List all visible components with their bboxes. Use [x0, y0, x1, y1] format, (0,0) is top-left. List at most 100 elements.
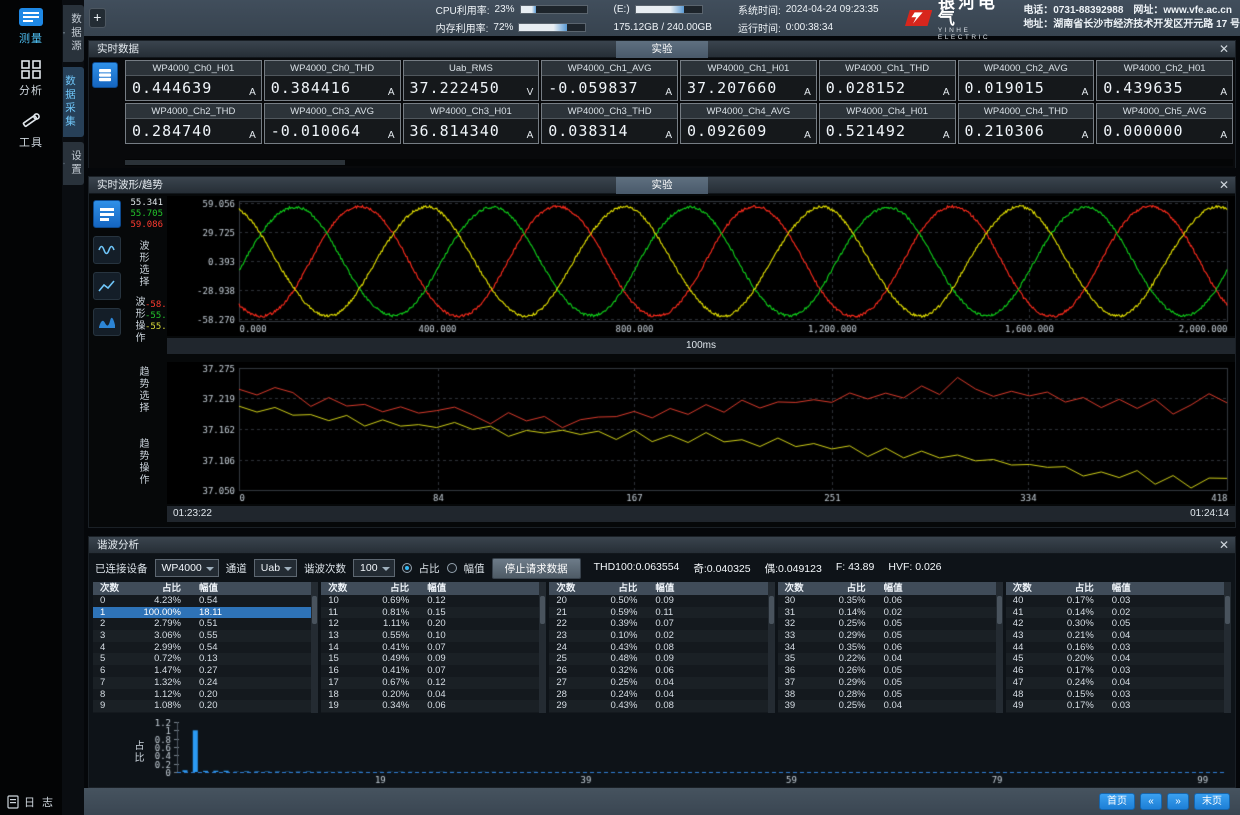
table-row[interactable]: 350.22%0.04: [778, 653, 1003, 665]
rail-tab-settings[interactable]: 设置: [63, 142, 84, 185]
table-row[interactable]: 200.50%0.09: [549, 595, 774, 607]
measurement-tile[interactable]: WP4000_Ch1_THD0.028152A: [819, 60, 956, 101]
table-row[interactable]: 260.32%0.06: [549, 665, 774, 677]
wave-select-label[interactable]: 波形选择: [135, 240, 150, 288]
vertical-scrollbar[interactable]: [996, 582, 1003, 713]
measurement-tile[interactable]: WP4000_Ch1_H0137.207660A: [680, 60, 817, 101]
sidebar-item-measure[interactable]: 测量: [0, 0, 62, 52]
stop-request-button[interactable]: 停止请求数据: [492, 558, 581, 579]
first-page-button[interactable]: 首页: [1099, 793, 1135, 810]
close-icon[interactable]: ✕: [1219, 177, 1229, 193]
table-row[interactable]: 380.28%0.05: [778, 689, 1003, 701]
table-row[interactable]: 450.20%0.04: [1006, 653, 1231, 665]
table-row[interactable]: 1100.00%18.11: [93, 607, 318, 619]
table-row[interactable]: 61.47%0.27: [93, 665, 318, 677]
table-row[interactable]: 340.35%0.06: [778, 642, 1003, 654]
table-row[interactable]: 71.32%0.24: [93, 677, 318, 689]
measurement-tile[interactable]: WP4000_Ch3_THD0.038314A: [541, 103, 678, 144]
table-row[interactable]: 270.25%0.04: [549, 677, 774, 689]
amplitude-radio[interactable]: [447, 563, 457, 573]
table-row[interactable]: 410.14%0.02: [1006, 607, 1231, 619]
table-row[interactable]: 310.14%0.02: [778, 607, 1003, 619]
table-row[interactable]: 170.67%0.12: [321, 677, 546, 689]
table-row[interactable]: 330.29%0.05: [778, 630, 1003, 642]
last-page-button[interactable]: 末页: [1194, 793, 1230, 810]
table-row[interactable]: 50.72%0.13: [93, 653, 318, 665]
order-select[interactable]: 100: [353, 559, 395, 577]
experiment-tab[interactable]: 实验: [616, 177, 708, 194]
table-row[interactable]: 100.69%0.12: [321, 595, 546, 607]
vertical-scrollbar[interactable]: [1224, 582, 1231, 713]
waveform-chart[interactable]: [167, 196, 1235, 336]
table-row[interactable]: 390.25%0.04: [778, 700, 1003, 712]
table-row[interactable]: 460.17%0.03: [1006, 665, 1231, 677]
table-row[interactable]: 250.48%0.09: [549, 653, 774, 665]
wave-list-button[interactable]: [93, 200, 121, 228]
sine-view-button[interactable]: [93, 236, 121, 264]
vertical-scrollbar[interactable]: [311, 582, 318, 713]
ratio-radio-label[interactable]: 占比: [419, 561, 440, 576]
table-row[interactable]: 150.49%0.09: [321, 653, 546, 665]
wave-operate-label[interactable]: 波形操作: [131, 296, 146, 344]
table-row[interactable]: 42.99%0.54: [93, 642, 318, 654]
table-row[interactable]: 300.35%0.06: [778, 595, 1003, 607]
table-row[interactable]: 220.39%0.07: [549, 618, 774, 630]
table-row[interactable]: 290.43%0.08: [549, 700, 774, 712]
table-row[interactable]: 140.41%0.07: [321, 642, 546, 654]
channel-select[interactable]: Uab: [254, 559, 297, 577]
next-page-button[interactable]: »: [1167, 793, 1189, 810]
amplitude-radio-label[interactable]: 幅值: [464, 561, 485, 576]
table-row[interactable]: 360.26%0.05: [778, 665, 1003, 677]
table-row[interactable]: 440.16%0.03: [1006, 642, 1231, 654]
table-row[interactable]: 430.21%0.04: [1006, 630, 1231, 642]
measurement-tile[interactable]: WP4000_Ch3_AVG-0.010064A: [264, 103, 401, 144]
prev-page-button[interactable]: «: [1140, 793, 1162, 810]
table-row[interactable]: 91.08%0.20: [93, 700, 318, 712]
measurement-tile[interactable]: WP4000_Ch2_THD0.284740A: [125, 103, 262, 144]
datasource-toggle-button[interactable]: [92, 62, 118, 88]
measurement-tile[interactable]: WP4000_Ch2_H010.439635A: [1096, 60, 1233, 101]
measurement-tile[interactable]: WP4000_Ch5_AVG0.000000A: [1096, 103, 1233, 144]
table-row[interactable]: 280.24%0.04: [549, 689, 774, 701]
table-row[interactable]: 180.20%0.04: [321, 689, 546, 701]
measurement-tile[interactable]: WP4000_Ch0_THD0.384416A: [264, 60, 401, 101]
trend-view-button[interactable]: [93, 272, 121, 300]
measurement-tile[interactable]: WP4000_Ch4_H010.521492A: [819, 103, 956, 144]
trend-chart[interactable]: [167, 362, 1235, 504]
table-row[interactable]: 320.25%0.05: [778, 618, 1003, 630]
vertical-scrollbar[interactable]: [539, 582, 546, 713]
measurement-tile[interactable]: WP4000_Ch3_H0136.814340A: [403, 103, 540, 144]
add-button[interactable]: +: [89, 8, 106, 28]
table-row[interactable]: 110.81%0.15: [321, 607, 546, 619]
sidebar-item-log[interactable]: 日 志: [0, 794, 62, 810]
measurement-tile[interactable]: WP4000_Ch1_AVG-0.059837A: [541, 60, 678, 101]
table-row[interactable]: 470.24%0.04: [1006, 677, 1231, 689]
table-row[interactable]: 490.17%0.03: [1006, 700, 1231, 712]
device-select[interactable]: WP4000: [155, 559, 219, 577]
vertical-scrollbar[interactable]: [768, 582, 775, 713]
table-row[interactable]: 121.11%0.20: [321, 618, 546, 630]
table-row[interactable]: 81.12%0.20: [93, 689, 318, 701]
ratio-radio[interactable]: [402, 563, 412, 573]
spectrum-view-button[interactable]: [93, 308, 121, 336]
measurement-tile[interactable]: WP4000_Ch4_THD0.210306A: [958, 103, 1095, 144]
table-row[interactable]: 04.23%0.54: [93, 595, 318, 607]
table-row[interactable]: 160.41%0.07: [321, 665, 546, 677]
table-row[interactable]: 370.29%0.05: [778, 677, 1003, 689]
table-row[interactable]: 33.06%0.55: [93, 630, 318, 642]
table-row[interactable]: 210.59%0.11: [549, 607, 774, 619]
harmonic-bar-chart[interactable]: [147, 719, 1231, 785]
close-icon[interactable]: ✕: [1219, 537, 1229, 553]
experiment-tab[interactable]: 实验: [616, 41, 708, 58]
horizontal-scrollbar[interactable]: [125, 159, 1233, 166]
table-row[interactable]: 400.17%0.03: [1006, 595, 1231, 607]
measurement-tile[interactable]: Uab_RMS37.222450V: [403, 60, 540, 101]
sidebar-item-tools[interactable]: 工具: [0, 104, 62, 156]
table-row[interactable]: 480.15%0.03: [1006, 689, 1231, 701]
trend-operate-label[interactable]: 趋势操作: [135, 438, 150, 486]
measurement-tile[interactable]: WP4000_Ch0_H010.444639A: [125, 60, 262, 101]
measurement-tile[interactable]: WP4000_Ch2_AVG0.019015A: [958, 60, 1095, 101]
table-row[interactable]: 230.10%0.02: [549, 630, 774, 642]
table-row[interactable]: 22.79%0.51: [93, 618, 318, 630]
rail-tab-datasource[interactable]: 数据源: [63, 5, 84, 62]
